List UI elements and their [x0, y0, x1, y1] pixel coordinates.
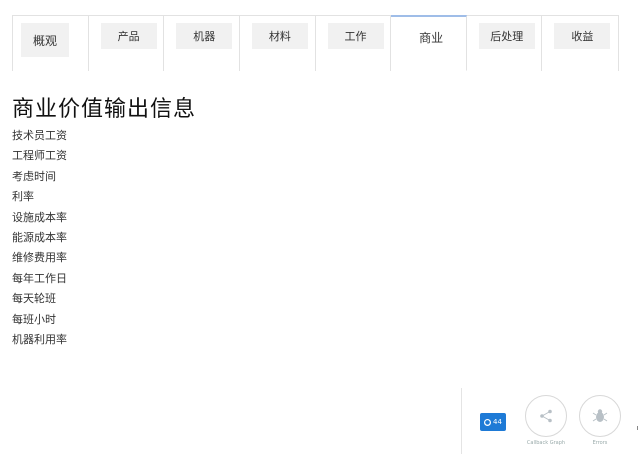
tab-label: 产品 [117, 30, 140, 43]
tab-post-processing[interactable]: 后处理 [466, 15, 543, 71]
field-interest-rate: 利率 [12, 190, 34, 204]
tab-machine[interactable]: 机器 [164, 15, 240, 71]
tab-product-chip: 产品 [100, 23, 157, 49]
tab-work[interactable]: 工作 [315, 15, 392, 71]
debug-badge-count: 44 [493, 418, 502, 426]
tab-label: 收益 [571, 30, 594, 43]
tab-label: 材料 [268, 30, 291, 43]
tab-business-chip: 商业 [403, 24, 459, 50]
tab-revenue[interactable]: 收益 [542, 15, 618, 71]
tab-overview-chip: 概观 [21, 23, 69, 57]
field-engineer-wage: 工程师工资 [12, 149, 67, 163]
tab-business[interactable]: 商业 [391, 15, 467, 71]
tab-post-processing-chip: 后处理 [478, 23, 535, 49]
output-field-list: 技术员工资 工程师工资 考虑时间 利率 设施成本率 能源成本率 维修费用率 每年… [12, 126, 67, 350]
field-working-days-per-year: 每年工作日 [12, 271, 67, 285]
tab-overview[interactable]: 概观 [13, 15, 89, 71]
tab-work-chip: 工作 [327, 23, 384, 49]
tab-material[interactable]: 材料 [239, 15, 316, 71]
tab-label: 概观 [32, 33, 57, 48]
tab-product[interactable]: 产品 [88, 15, 165, 71]
tab-label: 机器 [193, 30, 216, 43]
field-technician-wage: 技术员工资 [12, 129, 67, 142]
field-consideration-time: 考虑时间 [12, 169, 56, 183]
tab-label: 工作 [344, 30, 367, 43]
tab-machine-chip: 机器 [176, 23, 233, 49]
field-facility-cost-rate: 设施成本率 [12, 210, 67, 224]
debug-toggle-button[interactable]: ● 44 [480, 413, 506, 431]
errors-circle [579, 395, 621, 437]
tab-label: 后处理 [490, 30, 524, 43]
debug-menu-divider [461, 388, 462, 454]
tab-material-chip: 材料 [251, 23, 308, 49]
share-graph-icon [540, 409, 552, 423]
field-machine-utilization: 机器利用率 [12, 332, 67, 346]
field-energy-cost-rate: 能源成本率 [12, 230, 67, 244]
tab-label: 商业 [419, 30, 444, 45]
field-maintenance-cost-rate: 维修费用率 [12, 251, 67, 265]
callback-graph-circle [525, 395, 567, 437]
field-shifts-per-day: 每天轮班 [12, 292, 56, 306]
errors-button[interactable]: Errors [572, 395, 628, 446]
callback-graph-label: Callback Graph [526, 440, 566, 446]
field-hours-per-shift: 每班小时 [12, 312, 56, 326]
errors-label: Errors [592, 440, 608, 446]
callback-graph-button[interactable]: Callback Graph [518, 395, 574, 446]
page-title: 商业价值输出信息 [12, 97, 197, 122]
bug-icon [592, 409, 608, 422]
edge-mark [637, 426, 638, 430]
debug-dot-icon: ● [484, 418, 492, 426]
tab-revenue-chip: 收益 [554, 23, 611, 49]
tab-bar: 概观 产品 机器 材料 工作 商业 后处理 收益 [12, 15, 619, 71]
